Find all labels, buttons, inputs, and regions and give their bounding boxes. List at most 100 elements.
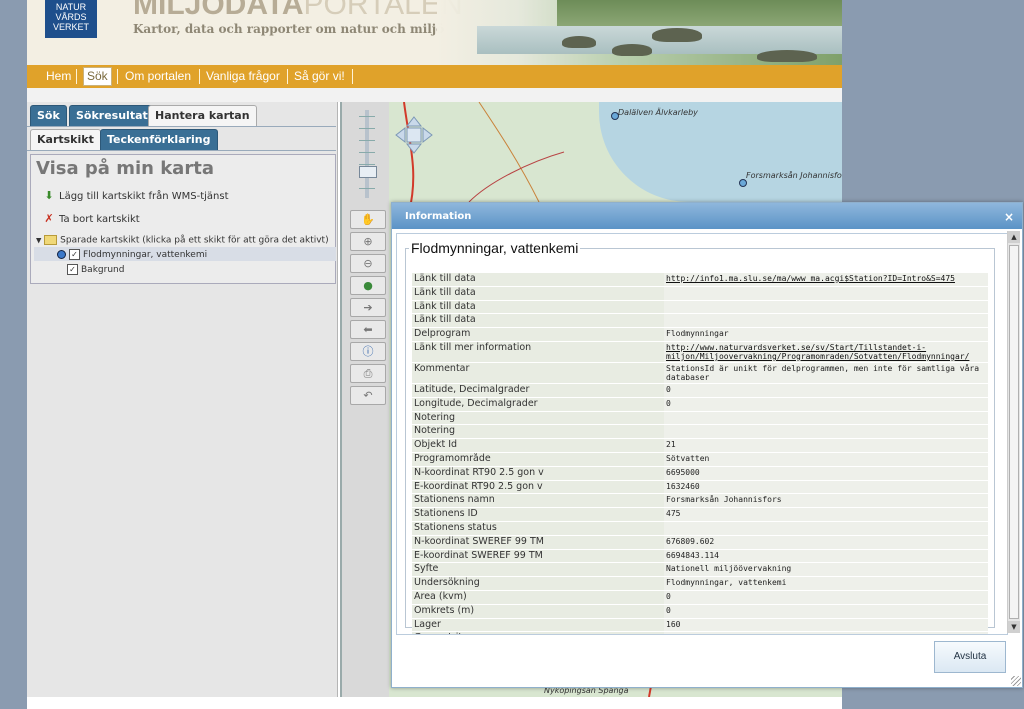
zoom-slider-knob[interactable] [359,166,377,178]
remove-layer-label: Ta bort kartskikt [59,214,140,225]
zoom-out-button[interactable]: ⊖ [350,254,386,273]
attribute-value: 160 [664,618,988,633]
attribute-key: Latitude, Decimalgrader [412,383,664,398]
attribute-value: Forsmarksån Johannisfors [664,493,988,509]
naturvardsverket-logo[interactable]: NATUR VÅRDS VERKET [45,0,97,38]
attribute-row: Programområde Sötvatten [412,452,988,467]
map-toolbar: ✋ ⊕ ⊖ ● ➔ ⬅ ⓘ ⎙ ↶ [340,102,391,697]
nav-sok[interactable]: Sök [83,67,112,86]
site-header: NATUR VÅRDS VERKET MILJÖDATAPORTALEN Kar… [27,0,842,65]
nav-hem[interactable]: Hem [43,68,74,85]
attribute-value: 6694843.114 [664,549,988,564]
dialog-titlebar[interactable]: Information × [392,203,1022,229]
layer-label: Bakgrund [81,265,125,275]
attribute-key: Delprogram [412,327,664,342]
attribute-table: Länk till data http://info1.ma.slu.se/ma/… [412,273,988,634]
attribute-value: 676809.602 [664,535,988,550]
folder-icon [44,235,58,245]
attribute-key: Objekt Id [412,438,664,453]
globe-icon: ● [363,279,373,292]
identify-button[interactable]: ⓘ [350,342,386,361]
panel-heading: Visa på min karta [36,158,214,179]
hero-trees [557,0,842,28]
site-title: MILJÖDATAPORTALEN [133,0,462,22]
station-marker[interactable] [739,179,747,187]
attribute-row: Kommentar StationsId är unikt för delprog… [412,362,988,384]
hand-icon: ✋ [361,213,375,226]
add-wms-layer-link[interactable]: ⬇ Lägg till kartskikt från WMS-tjänst [43,189,228,202]
remove-layer-link[interactable]: ✗ Ta bort kartskikt [43,212,140,225]
saved-layers-label: Sparade kartskikt (klicka på ett skikt f… [60,235,329,246]
measure-icon: ↶ [363,389,373,402]
attribute-key: Lager [412,618,664,633]
attribute-key: Länk till data [412,300,664,315]
nav-sa-gor-vi[interactable]: Så gör vi! [291,68,348,85]
previous-extent-button[interactable]: ⬅ [350,320,386,339]
layer-checkbox[interactable]: ✓ [67,264,78,275]
nav-om-portalen[interactable]: Om portalen [122,68,194,85]
subtab-kartskikt[interactable]: Kartskikt [30,129,101,150]
next-extent-button[interactable]: ➔ [350,298,386,317]
arrow-left-icon: ⬅ [363,323,373,336]
attribute-value: 0 [664,383,988,398]
feature-info-fieldset: Flodmynningar, vattenkemi Länk till data… [405,240,995,634]
measure-button[interactable]: ↶ [350,386,386,405]
attribute-value: StationsId är unikt för delprogrammen, m… [664,362,988,384]
attribute-value [664,286,988,301]
attribute-key: Geometrityp [412,631,664,634]
attribute-value [664,424,988,440]
attribute-link[interactable]: http://info1.ma.slu.se/ma/www_ma.acgi$St… [666,274,955,283]
attribute-key: Syfte [412,562,664,578]
main-nav: Hem Sök Om portalen Vanliga frågor Så gö… [27,65,842,88]
attribute-value: 0 [664,604,988,619]
zoom-tick [359,116,375,117]
scroll-up-icon[interactable]: ▲ [1008,231,1020,243]
attribute-row: E-koordinat RT90 2.5 gon v 1632460 [412,480,988,495]
tab-hantera-kartan[interactable]: Hantera kartan [148,105,257,126]
nav-vanliga-fragor[interactable]: Vanliga frågor [203,68,283,85]
attribute-value: [Geometry] [664,631,988,634]
attribute-key: Notering [412,424,664,440]
tab-sok[interactable]: Sök [30,105,67,126]
close-icon[interactable]: × [1004,203,1014,231]
attribute-key: Kommentar [412,362,664,384]
attribute-key: Undersökning [412,576,664,591]
zoom-tick [359,164,375,165]
scroll-down-icon[interactable]: ▼ [1008,621,1020,633]
attribute-key: Stationens status [412,521,664,536]
avsluta-button[interactable]: Avsluta [934,641,1006,673]
road-line [468,151,565,203]
layers-panel: Visa på min karta ⬇ Lägg till kartskikt f… [30,154,336,284]
attribute-row: Stationens ID 475 [412,507,988,522]
layer-item-flodmynningar[interactable]: ✓ Flodmynningar, vattenkemi [57,249,207,260]
dialog-scrollbar[interactable]: ▲ ▼ [1007,231,1020,633]
pan-arrows-icon[interactable] [394,115,434,155]
pan-hand-button[interactable]: ✋ [350,210,386,229]
zoom-in-button[interactable]: ⊕ [350,232,386,251]
tab-sokresultat[interactable]: Sökresultat [69,105,155,126]
zoom-tick [359,140,375,141]
attribute-row: Delprogram Flodmynningar [412,327,988,342]
nav-underline [27,88,842,102]
attribute-key: E-koordinat SWEREF 99 TM [412,549,664,564]
attribute-value [664,313,988,329]
attribute-row: Stationens namn Forsmarksån Johannisfors [412,493,988,509]
layer-item-bakgrund[interactable]: ✓ Bakgrund [67,264,124,275]
subtab-teckenforklaring[interactable]: Teckenförklaring [100,129,218,150]
attribute-key: Stationens ID [412,507,664,522]
attribute-row: Stationens status [412,521,988,536]
full-extent-button[interactable]: ● [350,276,386,295]
scrollbar-thumb[interactable] [1009,245,1019,619]
nav-separator [117,69,118,84]
attribute-value: 0 [664,590,988,605]
saved-layers-folder[interactable]: ▼ Sparade kartskikt (klicka på ett skikt… [36,235,329,246]
attribute-link[interactable]: http://www.naturvardsverket.se/sv/Start/… [666,343,969,361]
remove-layer-icon: ✗ [44,212,54,225]
print-button[interactable]: ⎙ [350,364,386,383]
resize-grip-icon[interactable] [1011,676,1021,686]
zoom-slider[interactable] [356,110,378,198]
attribute-value: 0 [664,397,988,412]
attribute-value: 21 [664,438,988,453]
layer-checkbox[interactable]: ✓ [69,249,80,260]
attribute-value: Sötvatten [664,452,988,467]
